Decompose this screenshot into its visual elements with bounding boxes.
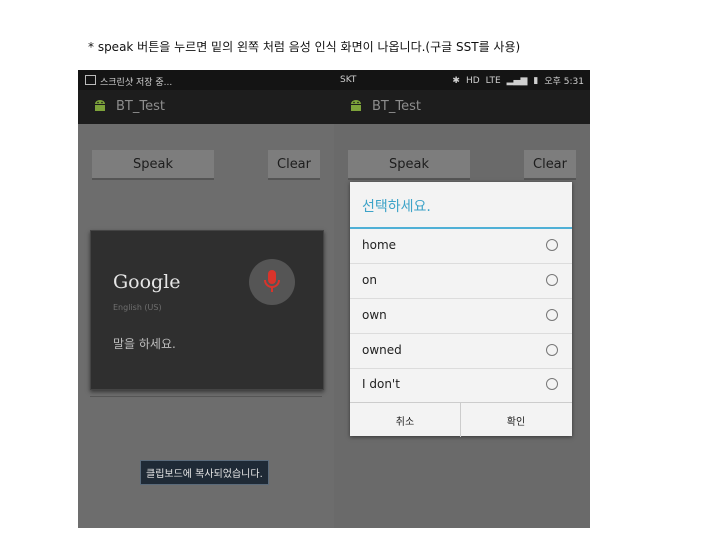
divider (90, 396, 322, 397)
google-voice-dialog: Google English (US) 말을 하세요. (90, 230, 324, 390)
radio-button[interactable] (546, 344, 558, 356)
option-item[interactable]: own (350, 299, 572, 334)
speak-button[interactable]: Speak (348, 150, 470, 180)
app-title: BT_Test (116, 99, 165, 114)
option-item[interactable]: home (350, 229, 572, 264)
carrier-label: SKT (340, 75, 357, 85)
signal-icon: ▂▄▆ (506, 75, 528, 86)
app-title: BT_Test (372, 99, 421, 114)
option-label: own (362, 308, 387, 322)
screenshot-pair: 스크린샷 저장 중... BT_Test Speak Clear Google … (78, 70, 590, 528)
option-label: owned (362, 343, 402, 357)
right-phone-screen: SKT ✱ HD LTE ▂▄▆ ▮ 오후 5:31 BT_Test Speak… (334, 70, 590, 528)
clear-button[interactable]: Clear (268, 150, 320, 180)
toast-message: 클립보드에 복사되었습니다. (140, 460, 269, 485)
option-item[interactable]: owned (350, 334, 572, 369)
microphone-button[interactable] (249, 259, 295, 305)
google-logo: Google (113, 271, 181, 293)
clear-button[interactable]: Clear (524, 150, 576, 180)
microphone-icon (264, 270, 280, 292)
clock: 오후 5:31 (544, 77, 584, 87)
caption-text: * speak 버튼을 누르면 밑의 왼쪽 처럼 음성 인식 화면이 나옵니다.… (88, 40, 521, 54)
battery-icon: ▮ (533, 75, 539, 86)
left-phone-screen: 스크린샷 저장 중... BT_Test Speak Clear Google … (78, 70, 334, 528)
selection-dialog: 선택하세요. home on own owned I don't 취소 확인 (350, 182, 572, 437)
cancel-button[interactable]: 취소 (350, 403, 460, 437)
android-icon (95, 100, 105, 111)
radio-button[interactable] (546, 309, 558, 321)
dialog-button-bar: 취소 확인 (350, 402, 572, 437)
status-text: 스크린샷 저장 중... (100, 78, 173, 88)
lte-badge: LTE (485, 75, 501, 86)
hd-badge: HD (465, 75, 480, 86)
status-icons: ✱ HD LTE ▂▄▆ ▮ 오후 5:31 (452, 74, 584, 88)
status-bar: 스크린샷 저장 중... (78, 70, 334, 90)
option-label: I don't (362, 377, 400, 391)
speak-prompt: 말을 하세요. (113, 337, 176, 351)
dialog-title: 선택하세요. (362, 199, 431, 215)
option-label: on (362, 273, 377, 287)
radio-button[interactable] (546, 239, 558, 251)
status-bar: SKT ✱ HD LTE ▂▄▆ ▮ 오후 5:31 (334, 70, 590, 90)
image-icon (85, 75, 96, 85)
radio-button[interactable] (546, 378, 558, 390)
android-icon (351, 100, 361, 111)
speak-button[interactable]: Speak (92, 150, 214, 180)
option-label: home (362, 238, 397, 252)
action-bar: BT_Test (334, 90, 590, 124)
bluetooth-icon: ✱ (452, 75, 460, 86)
ok-button[interactable]: 확인 (461, 403, 571, 437)
option-item[interactable]: I don't (350, 368, 572, 402)
language-label: English (US) (113, 303, 162, 312)
radio-button[interactable] (546, 274, 558, 286)
option-item[interactable]: on (350, 264, 572, 299)
action-bar: BT_Test (78, 90, 334, 124)
